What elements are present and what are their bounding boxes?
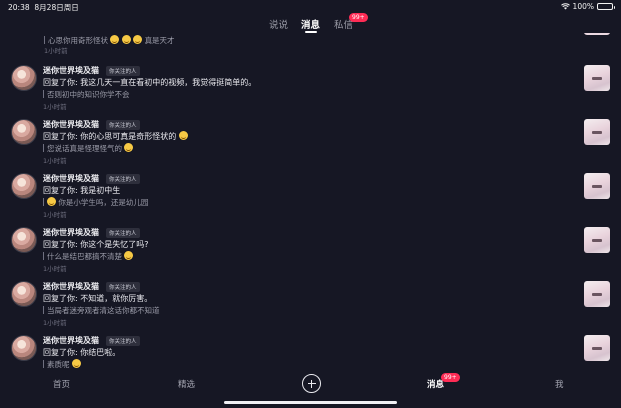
reply-text: 回复了你: 你这个是失忆了吗? xyxy=(43,240,149,249)
home-indicator[interactable] xyxy=(224,401,397,404)
followed-badge: 你关注的人 xyxy=(106,174,140,184)
status-bar: 20:38 8月28日周日 100% xyxy=(0,0,621,14)
timestamp: 1小时前 xyxy=(44,47,68,55)
followed-badge: 你关注的人 xyxy=(106,120,140,130)
reply-text: 回复了你: 你的心思可真是奇形怪状的 xyxy=(43,131,188,142)
status-time: 20:38 8月28日周日 xyxy=(8,3,79,12)
emoji-icon xyxy=(178,131,188,140)
video-thumbnail[interactable] xyxy=(584,227,610,253)
avatar[interactable] xyxy=(11,227,37,253)
plus-icon xyxy=(307,379,316,388)
followed-badge: 你关注的人 xyxy=(106,282,140,292)
username[interactable]: 迷你世界埃及猫 xyxy=(43,119,99,130)
private-messages-badge: 99+ xyxy=(349,13,368,22)
quoted-comment: 您说话真是怪理怪气的 xyxy=(43,143,134,154)
video-thumbnail[interactable] xyxy=(584,33,610,35)
messages-badge: 99+ xyxy=(441,373,460,382)
nav-me[interactable]: 我 xyxy=(555,378,564,390)
list-item[interactable]: 迷你世界埃及猫 你关注的人 回复了你: 不知道，就你厉害。 当局者迷旁观者清这话… xyxy=(0,281,621,335)
username[interactable]: 迷你世界埃及猫 xyxy=(43,227,99,238)
followed-badge: 你关注的人 xyxy=(106,66,140,76)
tab-messages[interactable]: 消息 xyxy=(301,17,320,31)
emoji-icon xyxy=(133,35,143,44)
nav-featured[interactable]: 精选 xyxy=(178,378,195,390)
reply-text: 回复了你: 我是初中生 xyxy=(43,186,121,195)
battery-percent: 100% xyxy=(572,2,594,11)
emoji-icon xyxy=(121,35,131,44)
reply-text: 回复了你: 我这几天一直在看初中的视频，我觉得挺简单的。 xyxy=(43,78,257,87)
quoted-comment: 当局者迷旁观者清这话你都不知道 xyxy=(43,305,160,316)
list-item[interactable]: 迷你世界埃及猫 你关注的人 回复了你: 我这几天一直在看初中的视频，我觉得挺简单… xyxy=(0,65,621,119)
username[interactable]: 迷你世界埃及猫 xyxy=(43,173,99,184)
list-item[interactable]: 迷你世界埃及猫 你关注的人 回复了你: 你这个是失忆了吗? 什么是结巴都搞不清楚… xyxy=(0,227,621,281)
list-item[interactable]: 迷你世界埃及猫 你关注的人 回复了你: 你结巴啦。 素质呢 xyxy=(0,335,621,370)
quoted-comment: 素质呢 xyxy=(43,359,81,370)
reply-text: 回复了你: 不知道，就你厉害。 xyxy=(43,294,153,303)
timestamp: 1小时前 xyxy=(43,319,67,327)
list-item[interactable]: 迷你世界埃及猫 你关注的人 回复了你: 我是初中生 你是小学生吗，还是幼儿园 1… xyxy=(0,173,621,227)
followed-badge: 你关注的人 xyxy=(106,336,140,346)
emoji-icon xyxy=(124,251,134,260)
username[interactable]: 迷你世界埃及猫 xyxy=(43,281,99,292)
wifi-icon xyxy=(560,3,570,10)
emoji-icon xyxy=(71,359,81,368)
battery-icon xyxy=(597,3,615,10)
tab-shuoshuo[interactable]: 说说 xyxy=(269,17,288,31)
timestamp: 1小时前 xyxy=(43,265,67,273)
video-thumbnail[interactable] xyxy=(584,281,610,307)
list-item[interactable]: 迷你世界埃及猫 你关注的人 回复了你: 你的心思可真是奇形怪状的 您说话真是怪理… xyxy=(0,119,621,173)
video-thumbnail[interactable] xyxy=(584,119,610,145)
avatar[interactable] xyxy=(11,119,37,145)
timestamp: 1小时前 xyxy=(43,103,67,111)
video-thumbnail[interactable] xyxy=(584,335,610,361)
video-thumbnail[interactable] xyxy=(584,173,610,199)
quoted-comment: 否则初中的知识你学不会 xyxy=(43,89,130,100)
quoted-comment: 你是小学生吗，还是幼儿园 xyxy=(43,197,148,208)
username[interactable]: 迷你世界埃及猫 xyxy=(43,65,99,76)
timestamp: 1小时前 xyxy=(43,211,67,219)
emoji-icon xyxy=(124,143,134,152)
video-thumbnail[interactable] xyxy=(584,65,610,91)
avatar[interactable] xyxy=(11,335,37,361)
bottom-nav: 首页 精选 消息 99+ 我 xyxy=(0,370,621,408)
emoji-icon xyxy=(110,35,120,44)
quoted-comment: 什么是结巴都搞不清楚 xyxy=(43,251,134,262)
notification-feed[interactable]: 心思你用奇形怪状 真是天才 1小时前 迷你世界埃及猫 你关注的人 回复了你: 我… xyxy=(0,33,621,370)
avatar[interactable] xyxy=(11,173,37,199)
emoji-icon xyxy=(47,197,56,206)
followed-badge: 你关注的人 xyxy=(106,228,140,238)
reply-text: 回复了你: 你结巴啦。 xyxy=(43,348,121,357)
nav-home[interactable]: 首页 xyxy=(53,378,70,390)
avatar[interactable] xyxy=(11,281,37,307)
status-indicators: 100% xyxy=(560,2,615,11)
add-button[interactable] xyxy=(302,374,321,393)
timestamp: 1小时前 xyxy=(43,157,67,165)
avatar[interactable] xyxy=(11,65,37,91)
top-tabs: 说说 消息 私信 99+ xyxy=(0,13,621,33)
username[interactable]: 迷你世界埃及猫 xyxy=(43,335,99,346)
